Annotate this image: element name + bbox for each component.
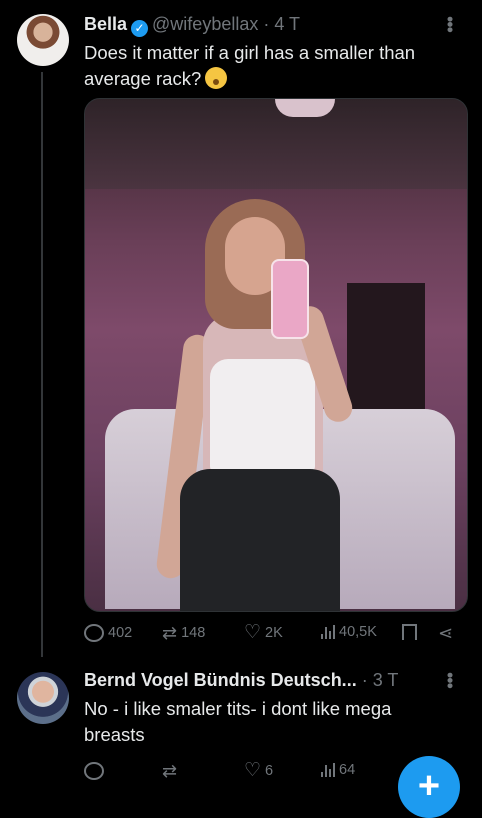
reply-button[interactable] xyxy=(84,762,108,780)
reply-button[interactable]: 402 xyxy=(84,624,132,642)
reply-icon xyxy=(84,624,104,642)
reply-header: Bernd Vogel Bündnis Deutsch... · 3 T xyxy=(84,670,398,691)
tweet-time[interactable]: · 4 T xyxy=(263,14,300,34)
more-options-icon[interactable]: ••• xyxy=(439,672,460,688)
repost-icon: ⇄ xyxy=(162,761,178,781)
tweet-actions: 402 ⇄ 148 ♡ 2K 40,5K ⋖ xyxy=(84,622,464,648)
bookmark-button[interactable] xyxy=(402,624,417,640)
more-options-icon[interactable]: ••• xyxy=(439,16,460,32)
heart-icon: ♡ xyxy=(244,622,262,643)
reply-icon xyxy=(84,762,104,780)
compose-button[interactable]: + xyxy=(398,756,460,818)
reply-text: No - i like smaler tits- i dont like meg… xyxy=(84,698,392,745)
like-button[interactable]: ♡ 2K xyxy=(244,622,283,643)
tweet-text: Does it matter if a girl has a smaller t… xyxy=(84,42,416,89)
author-handle[interactable]: @wifeybellax xyxy=(152,14,258,34)
tweet-media-photo[interactable] xyxy=(84,98,468,612)
views-chart-icon xyxy=(321,763,335,777)
verified-badge-icon: ✓ xyxy=(131,20,149,37)
heart-icon: ♡ xyxy=(244,760,262,781)
reply-time[interactable]: · 3 T xyxy=(362,670,399,690)
author-name[interactable]: Bernd Vogel Bündnis Deutsch... xyxy=(84,670,357,690)
share-icon: ⋖ xyxy=(438,623,454,643)
share-button[interactable]: ⋖ xyxy=(438,624,453,642)
like-button[interactable]: ♡ 6 xyxy=(244,760,273,781)
views-chart-icon xyxy=(321,625,335,639)
tweet-header: Bella ✓ @wifeybellax · 4 T xyxy=(84,14,300,37)
thread-connector xyxy=(41,72,43,657)
author-name[interactable]: Bella xyxy=(84,14,127,34)
bookmark-icon xyxy=(402,624,417,640)
views-button[interactable]: 40,5K xyxy=(321,624,377,640)
plus-icon: + xyxy=(417,765,441,807)
avatar[interactable] xyxy=(17,672,69,724)
avatar[interactable] xyxy=(17,14,69,66)
flushed-face-icon xyxy=(205,67,228,89)
views-button[interactable]: 64 xyxy=(321,762,355,778)
repost-button[interactable]: ⇄ 148 xyxy=(162,624,205,642)
repost-button[interactable]: ⇄ xyxy=(162,762,181,780)
repost-icon: ⇄ xyxy=(162,623,178,643)
